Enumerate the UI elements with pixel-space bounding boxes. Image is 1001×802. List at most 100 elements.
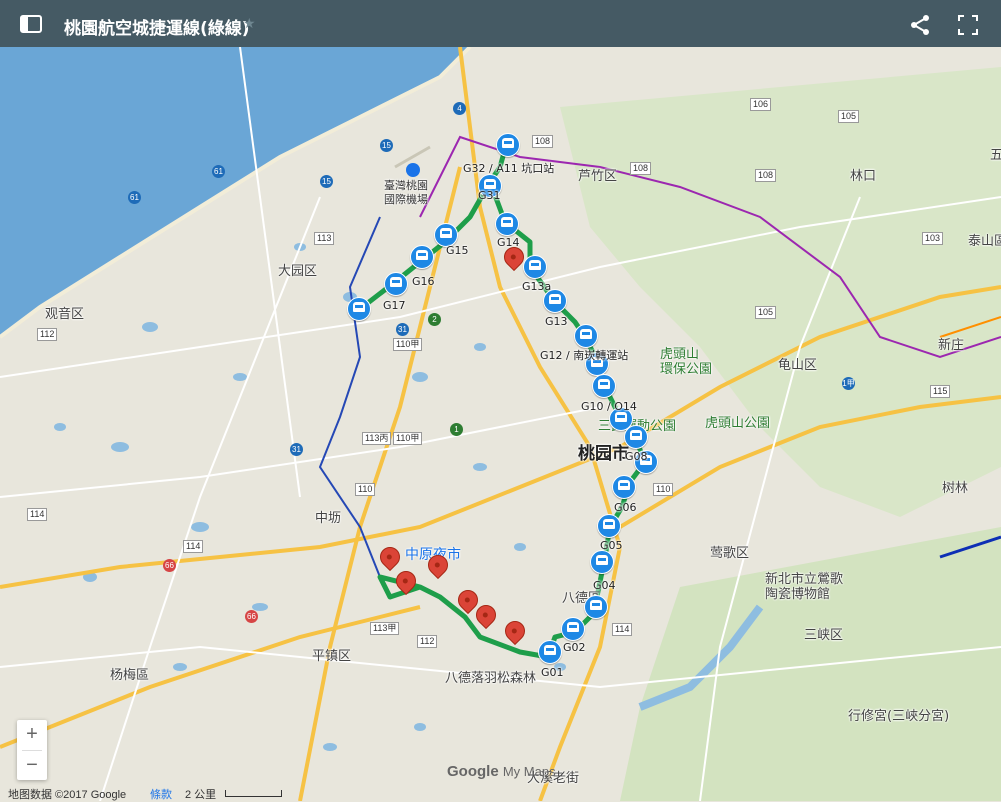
station-label-g01: G01: [541, 666, 564, 679]
label-xingxiu: 行修宮(三峽分宮): [848, 709, 950, 724]
metro-station-icon[interactable]: [624, 425, 648, 449]
label-hutoushan-env-park: 虎頭山 環保公園: [660, 347, 713, 377]
metro-station-icon[interactable]: [574, 324, 598, 348]
google-logo-text: Google: [447, 763, 499, 780]
fullscreen-button[interactable]: [955, 12, 981, 38]
metro-station-icon[interactable]: [384, 272, 408, 296]
road-shield: 112: [417, 635, 438, 648]
road-shield: 106: [750, 98, 772, 111]
metro-station-icon[interactable]: [561, 617, 585, 641]
hill-region-south: [620, 527, 1001, 801]
label-airport: 臺灣桃園 國際機場: [384, 179, 428, 206]
label-yingge-museum: 新北市立鶯歌 陶瓷博物館: [765, 572, 844, 602]
label-pingzhen: 平镇区: [312, 649, 352, 664]
metro-station-icon[interactable]: [496, 133, 520, 157]
road-shield: 110: [653, 483, 674, 496]
station-label-g12: G12 / 南崁轉運站: [540, 349, 629, 362]
station-label-g06: G06: [614, 501, 637, 514]
metro-station-icon[interactable]: [592, 374, 616, 398]
metro-station-icon[interactable]: [612, 475, 636, 499]
road-shield: 114: [612, 623, 633, 636]
metro-station-icon[interactable]: [523, 255, 547, 279]
label-sanxia: 三峡区: [804, 628, 844, 643]
road-shield: 105: [838, 110, 860, 123]
label-taishan: 泰山區: [968, 234, 1001, 249]
station-label-g02: G02: [563, 641, 586, 654]
copyright-text: 地图数据 ©2017 Google: [8, 789, 127, 801]
metro-station-icon[interactable]: [538, 640, 562, 664]
scale-label: 2 公里: [185, 789, 217, 801]
route-shield: 4: [453, 102, 466, 115]
label-yangmei: 杨梅區: [110, 668, 150, 683]
label-linkou: 林口: [850, 169, 877, 184]
label-taoyuan: 桃园市: [578, 444, 629, 464]
mymaps-logo-text: My Maps: [502, 764, 556, 779]
station-label-g13a: G13a: [522, 280, 552, 293]
station-label-g17: G17: [383, 299, 406, 312]
map-canvas[interactable]: 大园区 观音区 桃园市 中坜 平镇区 杨梅區 芦竹区 林口 龟山区 莺歌区 三峡…: [0, 47, 1001, 801]
station-label-g31: G31: [478, 189, 501, 202]
route-shield: 1甲: [842, 377, 855, 390]
road-shield: 110甲: [393, 432, 423, 445]
road-shield: 110甲: [393, 338, 423, 351]
road-shield: 113丙: [362, 432, 392, 445]
map-footer: 地图数据 ©2017 Google 條款 2 公里: [0, 785, 1001, 801]
label-yingge: 莺歌区: [710, 546, 750, 561]
route-shield: 31: [396, 323, 409, 336]
zoom-out-button[interactable]: −: [17, 751, 47, 781]
station-label-g32: G32 / A11 坑口站: [463, 162, 555, 175]
terms-link[interactable]: 條款: [150, 786, 172, 802]
map-title: 桃園航空城捷運線(綠線): [64, 19, 250, 39]
station-label-g05: G05: [600, 539, 623, 552]
panel-icon: [20, 15, 42, 33]
metro-station-icon[interactable]: [584, 595, 608, 619]
metro-station-icon[interactable]: [590, 550, 614, 574]
road-shield: 103: [922, 232, 944, 245]
road-shield: 108: [755, 169, 777, 182]
route-shield: 31: [290, 443, 303, 456]
station-label-g13: G13: [545, 315, 568, 328]
label-wu: 五: [990, 148, 1001, 163]
route-shield: 61: [212, 165, 225, 178]
road-shield: 108: [532, 135, 554, 148]
route-shield: 61: [128, 191, 141, 204]
road-shield: 105: [755, 306, 777, 319]
label-hutoushan-park: 虎頭山公園: [705, 416, 771, 431]
road-shield: 112: [37, 328, 58, 341]
metro-station-icon[interactable]: [495, 212, 519, 236]
route-shield: 2: [428, 313, 441, 326]
scale-bar: [225, 790, 282, 797]
road-shield: 114: [27, 508, 48, 521]
route-shield: 15: [380, 139, 393, 152]
road-shield: 108: [630, 162, 652, 175]
station-label-g04: G04: [593, 579, 616, 592]
road-shield: 113: [314, 232, 335, 245]
station-label-g08: G08: [625, 450, 648, 463]
airport-icon: [406, 163, 420, 177]
road-shield: 114: [183, 540, 204, 553]
zoom-in-button[interactable]: +: [17, 720, 47, 750]
label-luzhu: 芦竹区: [578, 169, 618, 184]
road-shield: 110: [355, 483, 376, 496]
metro-station-icon[interactable]: [347, 297, 371, 321]
label-xinzhuang: 新庄: [938, 338, 965, 353]
star-icon[interactable]: ★: [243, 15, 256, 32]
label-guishan: 龟山区: [778, 358, 818, 373]
google-mymaps-logo: Google My Maps: [447, 763, 556, 780]
label-shulin: 树林: [942, 481, 969, 496]
zoom-controls: + −: [17, 720, 47, 780]
metro-station-icon[interactable]: [410, 245, 434, 269]
station-label-g15: G15: [446, 244, 469, 257]
route-shield: 1: [450, 423, 463, 436]
share-button[interactable]: [908, 12, 934, 38]
metro-station-icon[interactable]: [597, 514, 621, 538]
toggle-panel-button[interactable]: [18, 11, 44, 37]
share-icon: [911, 15, 929, 35]
label-zhongli: 中坜: [315, 511, 342, 526]
label-guanyin: 观音区: [45, 307, 85, 322]
road-shield: 113甲: [370, 622, 400, 635]
road-shield: 115: [930, 385, 951, 398]
header-bar: 桃園航空城捷運線(綠線) ★: [0, 0, 1001, 47]
label-dayuan: 大园区: [278, 264, 318, 279]
route-shield: 66: [245, 610, 258, 623]
